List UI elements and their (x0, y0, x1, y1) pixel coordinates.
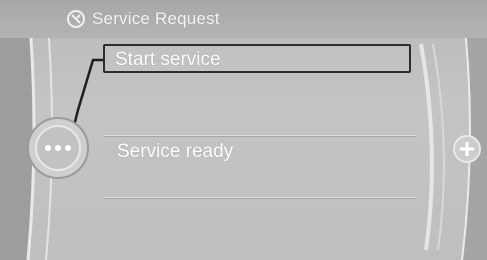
divider (104, 197, 416, 198)
menu-item-service-ready[interactable]: Service ready (117, 141, 233, 163)
page-title: Service Request (92, 9, 220, 28)
title-bar: Service Request (0, 0, 487, 38)
menu-item-start-service[interactable]: Start service (103, 44, 411, 73)
screen-frame-graphics (0, 0, 487, 260)
idrive-screen: Service Request Start service Service re… (0, 0, 487, 260)
menu-item-label: Start service (115, 49, 221, 70)
service-wrench-icon (67, 10, 85, 28)
divider (104, 135, 416, 136)
